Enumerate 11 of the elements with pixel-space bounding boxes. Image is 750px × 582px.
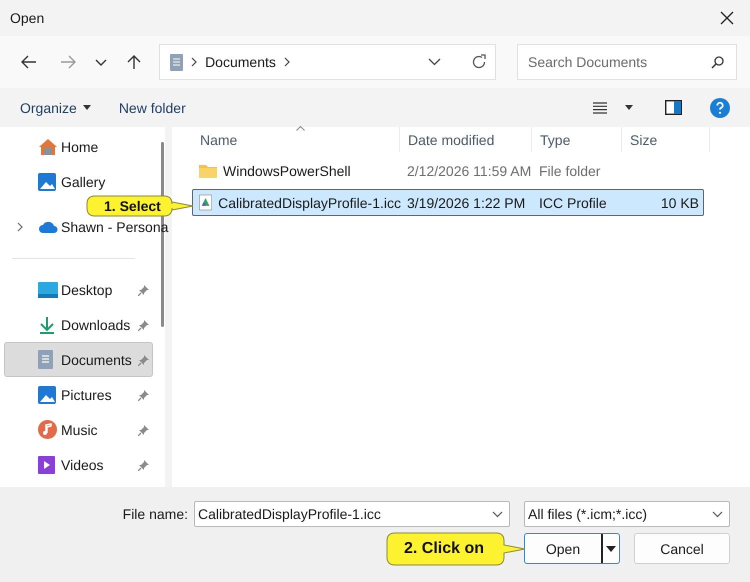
callout-tooltip: 2. Click on (386, 532, 526, 566)
file-name-label: File name: (122, 506, 188, 522)
size-cell-text: 10 KB (660, 194, 700, 210)
type-cell-text: File folder (538, 162, 602, 178)
file-name: CalibratedDisplayProfile-1.icc (218, 194, 401, 210)
window-title: Open (10, 10, 44, 26)
file-name: WindowsPowerShell (223, 162, 351, 178)
date-cell-text: 3/19/2026 1:22 PM (406, 194, 526, 210)
callout-tooltip: 1. Select (86, 195, 194, 217)
date-cell-text: 2/12/2026 11:59 AM (406, 162, 532, 178)
type-cell-text: ICC Profile (538, 194, 608, 210)
